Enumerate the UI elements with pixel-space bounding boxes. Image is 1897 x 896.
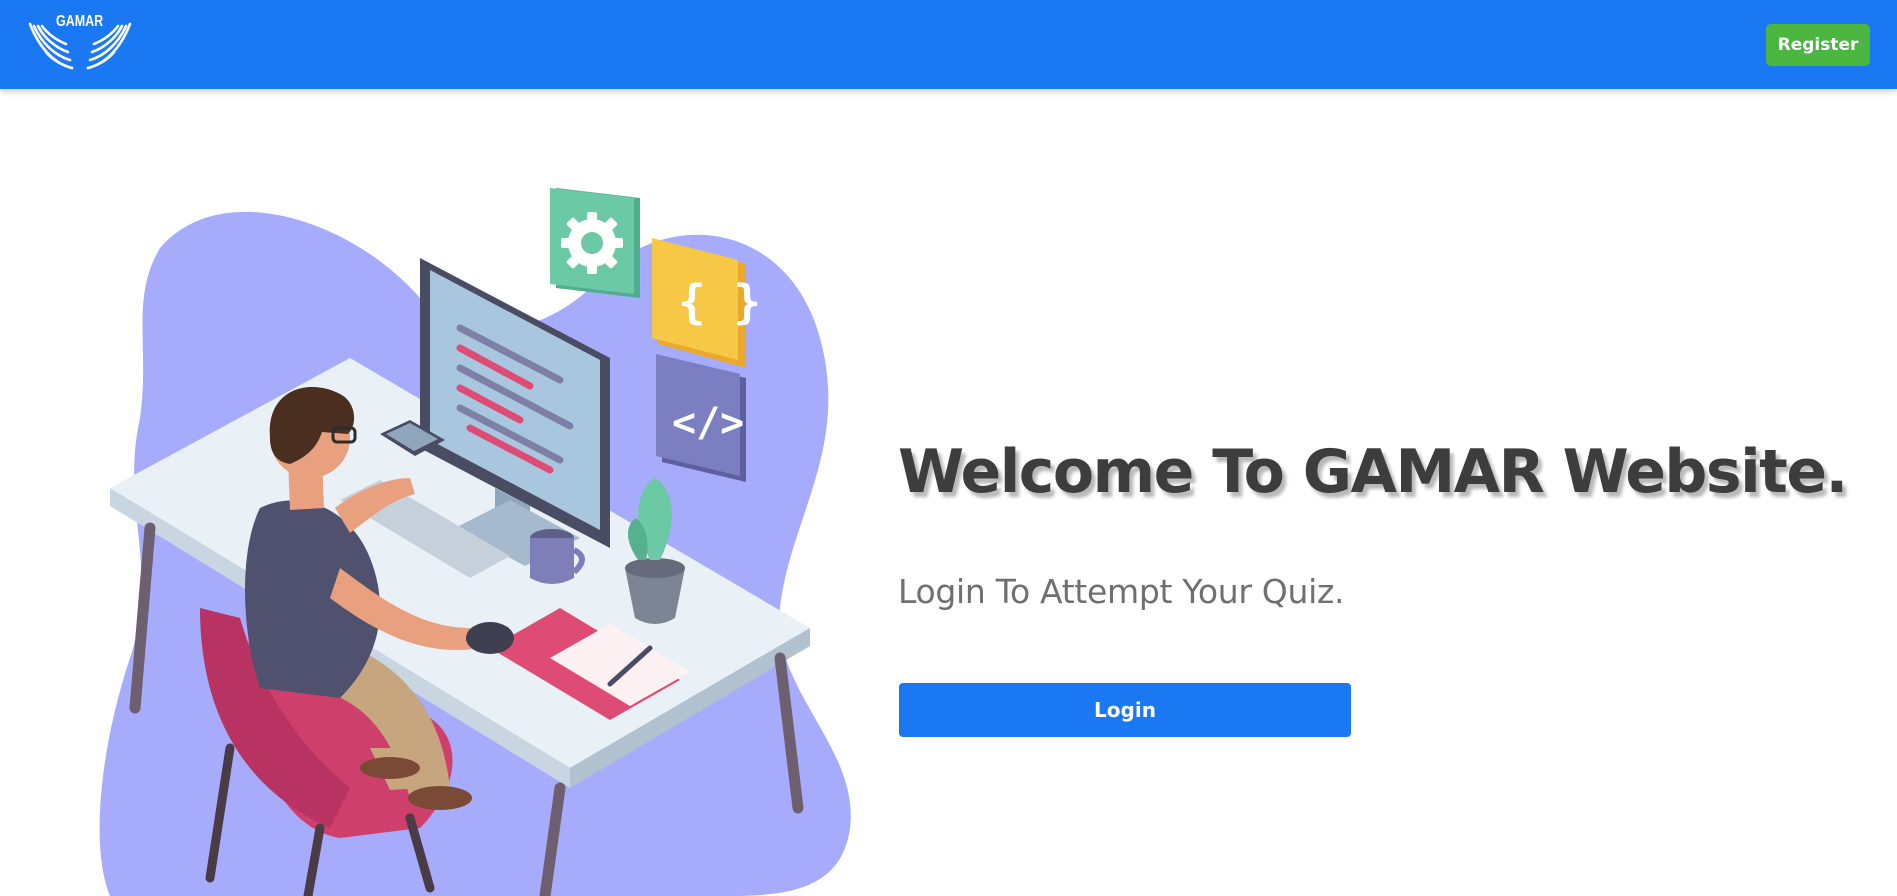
gear-icon: [550, 188, 640, 298]
developer-desk-illustration: { } </>: [99, 188, 851, 896]
code-icon: </>: [656, 354, 746, 482]
svg-text:{ }: { }: [678, 275, 761, 329]
welcome-heading: Welcome To GAMAR Website.: [898, 437, 1848, 507]
logo-text: GAMAR: [56, 13, 104, 30]
login-button[interactable]: Login: [899, 683, 1351, 737]
register-button[interactable]: Register: [1766, 24, 1870, 66]
top-navbar: GAMAR Register: [0, 0, 1897, 89]
svg-text:</>: </>: [672, 400, 744, 446]
login-prompt-text: Login To Attempt Your Quiz.: [898, 572, 1345, 611]
gamar-logo[interactable]: GAMAR: [22, 10, 138, 72]
